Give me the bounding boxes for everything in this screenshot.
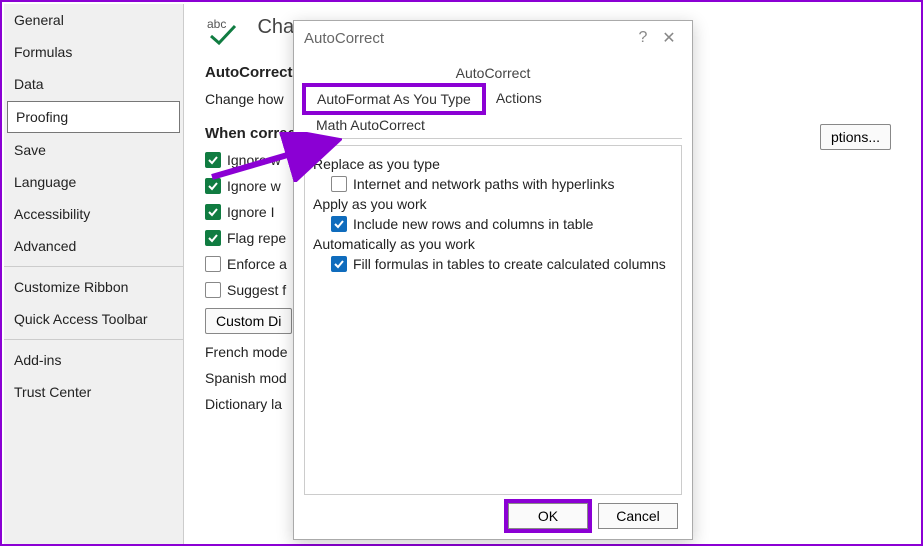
sidebar-item-customize-ribbon[interactable]: Customize Ribbon — [4, 271, 183, 303]
sidebar-item-language[interactable]: Language — [4, 166, 183, 198]
checkbox-empty-icon — [205, 282, 221, 298]
proofing-abc-icon: abc — [205, 16, 245, 46]
sidebar-item-general[interactable]: General — [4, 4, 183, 36]
sidebar-item-accessibility[interactable]: Accessibility — [4, 198, 183, 230]
sidebar-item-add-ins[interactable]: Add-ins — [4, 344, 183, 376]
dialog-titlebar: AutoCorrect ? ✕ — [294, 21, 692, 55]
opt-label: Flag repe — [227, 230, 286, 246]
checkbox-empty-icon — [331, 176, 347, 192]
opt-internet-paths[interactable]: Internet and network paths with hyperlin… — [331, 176, 673, 192]
autocorrect-options-button[interactable]: ptions... — [820, 124, 891, 150]
opt-label: Ignore I — [227, 204, 274, 220]
autocorrect-dialog: AutoCorrect ? ✕ AutoCorrect AutoFormat A… — [293, 20, 693, 540]
sidebar-item-data[interactable]: Data — [4, 68, 183, 100]
checkmark-icon — [205, 178, 221, 194]
custom-dictionaries-button[interactable]: Custom Di — [205, 308, 292, 334]
group-automatically-as-you-work: Automatically as you work — [313, 236, 673, 252]
checkmark-icon — [205, 152, 221, 168]
opt-label: Ignore w — [227, 178, 281, 194]
sidebar-item-save[interactable]: Save — [4, 134, 183, 166]
tab-actions[interactable]: Actions — [484, 85, 554, 112]
group-apply-as-you-work: Apply as you work — [313, 196, 673, 212]
options-sidebar: General Formulas Data Proofing Save Lang… — [4, 4, 184, 544]
cancel-button[interactable]: Cancel — [598, 503, 678, 529]
checkmark-icon — [331, 256, 347, 272]
dialog-title: AutoCorrect — [304, 30, 630, 47]
opt-label: Ignore w — [227, 152, 281, 168]
checkmark-icon — [331, 216, 347, 232]
checkmark-icon — [205, 230, 221, 246]
dialog-tabs: AutoCorrect AutoFormat As You Type Actio… — [304, 61, 682, 139]
opt-label: Fill formulas in tables to create calcul… — [353, 256, 666, 272]
opt-fill-formulas[interactable]: Fill formulas in tables to create calcul… — [331, 256, 673, 272]
opt-label: Internet and network paths with hyperlin… — [353, 176, 614, 192]
sidebar-item-formulas[interactable]: Formulas — [4, 36, 183, 68]
tab-autocorrect[interactable]: AutoCorrect — [304, 61, 682, 85]
sidebar-item-advanced[interactable]: Advanced — [4, 230, 183, 262]
sidebar-item-quick-access-toolbar[interactable]: Quick Access Toolbar — [4, 303, 183, 335]
sidebar-item-trust-center[interactable]: Trust Center — [4, 376, 183, 408]
opt-label: Include new rows and columns in table — [353, 216, 593, 232]
autoformat-panel: Replace as you type Internet and network… — [304, 145, 682, 495]
opt-label: Enforce a — [227, 256, 287, 272]
opt-label: Suggest f — [227, 282, 286, 298]
close-icon[interactable]: ✕ — [656, 28, 682, 48]
ok-button[interactable]: OK — [508, 503, 588, 529]
dialog-button-row: OK Cancel — [508, 503, 678, 529]
group-replace-as-you-type: Replace as you type — [313, 156, 673, 172]
checkmark-icon — [205, 204, 221, 220]
tab-math-autocorrect[interactable]: Math AutoCorrect — [304, 112, 437, 138]
opt-include-new-rows[interactable]: Include new rows and columns in table — [331, 216, 673, 232]
tab-autoformat-as-you-type[interactable]: AutoFormat As You Type — [304, 85, 484, 113]
help-icon[interactable]: ? — [630, 29, 656, 47]
sidebar-item-proofing[interactable]: Proofing — [7, 101, 180, 133]
svg-text:abc: abc — [207, 17, 226, 31]
checkbox-empty-icon — [205, 256, 221, 272]
